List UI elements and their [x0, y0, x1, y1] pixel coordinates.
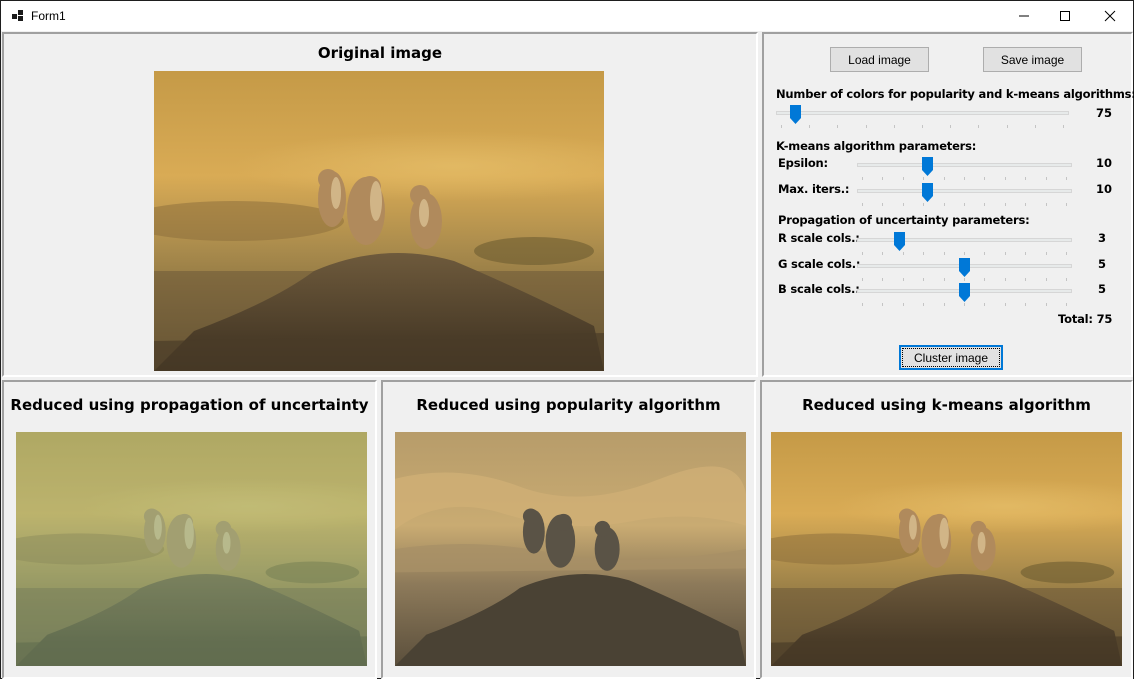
minimize-button[interactable]: [1001, 1, 1047, 31]
r-scale-label: R scale cols.:: [778, 231, 860, 245]
max-iters-value: 10: [1095, 182, 1112, 196]
propagation-result-image: [16, 432, 367, 666]
slider-thumb[interactable]: [959, 283, 970, 302]
g-scale-slider[interactable]: [857, 258, 1072, 284]
slider-thumb[interactable]: [922, 157, 934, 176]
b-scale-label: B scale cols.:: [778, 282, 860, 296]
g-scale-label: G scale cols.:: [778, 257, 861, 271]
num-colors-label: Number of colors for popularity and k-me…: [776, 87, 1134, 101]
maximize-button[interactable]: [1042, 1, 1088, 31]
r-scale-slider[interactable]: [857, 232, 1072, 258]
slider-ticks: [857, 303, 1072, 307]
close-button[interactable]: [1087, 1, 1133, 31]
slider-ticks: [857, 278, 1072, 282]
total-label: Total: 75: [1058, 312, 1113, 326]
original-panel: Original image: [2, 32, 758, 377]
slider-thumb[interactable]: [790, 105, 802, 124]
title-bar: Form1: [1, 1, 1133, 31]
controls-panel: Load image Save image Number of colors f…: [762, 32, 1134, 377]
cluster-image-button[interactable]: Cluster image: [899, 345, 1003, 370]
app-window: Form1 Original image Load image Save ima…: [0, 0, 1134, 679]
window-title: Form1: [31, 9, 66, 23]
propagation-header: Propagation of uncertainty parameters:: [778, 213, 1030, 227]
epsilon-value: 10: [1095, 156, 1112, 170]
slider-ticks: [857, 203, 1072, 207]
result-title-kmeans: Reduced using k-means algorithm: [802, 396, 1091, 414]
slider-track[interactable]: [776, 111, 1069, 115]
slider-track[interactable]: [857, 189, 1072, 193]
original-title: Original image: [317, 44, 443, 62]
result-panel-kmeans: Reduced using k-means algorithm: [760, 380, 1133, 679]
g-scale-value: 5: [1097, 257, 1106, 271]
popularity-result-image: [395, 432, 746, 666]
slider-ticks: [857, 177, 1072, 181]
app-icon: [12, 10, 24, 22]
load-image-button[interactable]: Load image: [830, 47, 929, 72]
slider-ticks: [857, 252, 1072, 256]
original-image: [154, 71, 604, 371]
num-colors-slider[interactable]: [776, 105, 1069, 131]
minimize-icon: [1019, 15, 1029, 17]
slider-track[interactable]: [857, 238, 1072, 242]
r-scale-value: 3: [1097, 231, 1106, 245]
b-scale-slider[interactable]: [857, 283, 1072, 309]
result-panel-propagation: Reduced using propagation of uncertainty: [2, 380, 377, 679]
result-title-popularity: Reduced using popularity algorithm: [416, 396, 721, 414]
slider-track[interactable]: [857, 163, 1072, 167]
kmeans-result-image: [771, 432, 1122, 666]
maximize-icon: [1060, 11, 1070, 21]
slider-thumb[interactable]: [922, 183, 934, 202]
result-panel-popularity: Reduced using popularity algorithm: [381, 380, 756, 679]
slider-thumb[interactable]: [959, 258, 970, 277]
b-scale-value: 5: [1097, 282, 1106, 296]
slider-thumb[interactable]: [893, 232, 905, 251]
slider-ticks: [776, 125, 1069, 129]
save-image-button[interactable]: Save image: [983, 47, 1082, 72]
close-icon: [1104, 10, 1116, 22]
num-colors-value: 75: [1095, 106, 1112, 120]
max-iters-label: Max. iters.:: [778, 182, 850, 196]
epsilon-slider[interactable]: [857, 157, 1072, 183]
epsilon-label: Epsilon:: [778, 156, 828, 170]
kmeans-header: K-means algorithm parameters:: [776, 139, 977, 153]
max-iters-slider[interactable]: [857, 183, 1072, 209]
result-title-propagation: Reduced using propagation of uncertainty: [10, 396, 369, 414]
